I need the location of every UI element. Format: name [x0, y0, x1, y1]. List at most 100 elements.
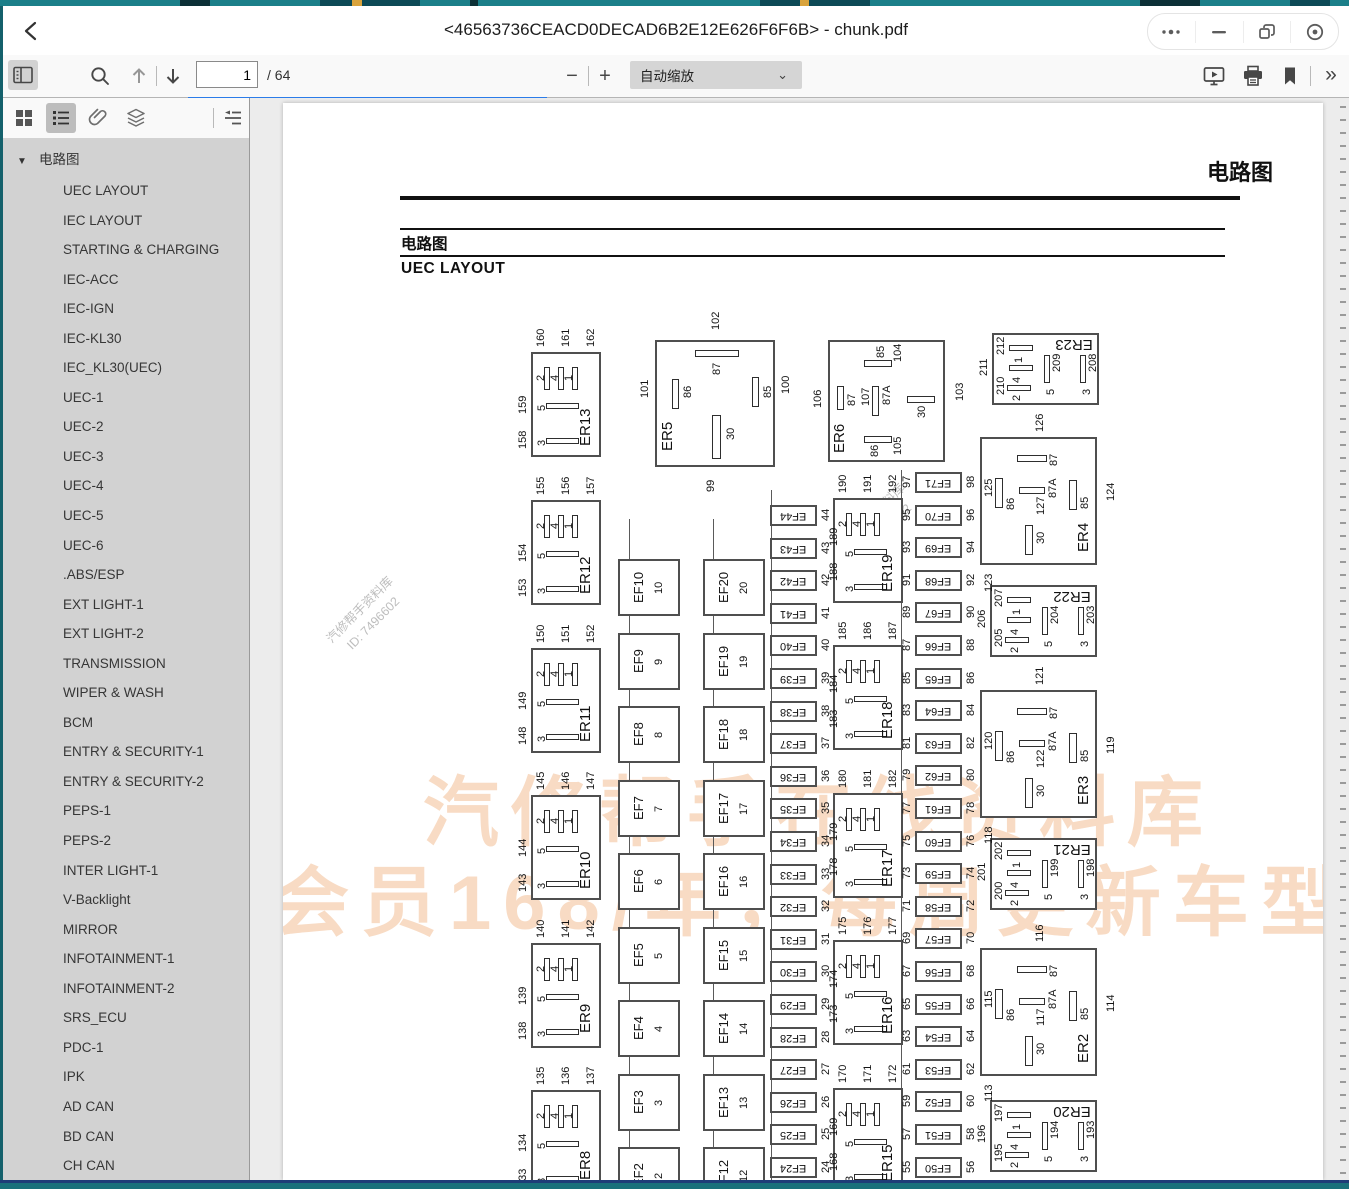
relay-name-label: ER22: [1049, 588, 1095, 605]
relay-ER13: 24153159158ER13160161162: [531, 352, 601, 457]
diagram-label: 70: [965, 925, 977, 951]
search-button[interactable]: [87, 63, 113, 89]
diagram-label: 85: [762, 382, 774, 402]
outline-item[interactable]: IEC LAYOUT: [3, 206, 249, 236]
find-next-button[interactable]: [161, 63, 185, 89]
outline-item[interactable]: IEC-ACC: [3, 265, 249, 295]
attachments-view-button[interactable]: [83, 103, 113, 133]
minimize-button[interactable]: [1195, 21, 1243, 43]
outline-item[interactable]: UEC-6: [3, 531, 249, 561]
outline-item[interactable]: UEC-1: [3, 383, 249, 413]
outline-item[interactable]: UEC-2: [3, 412, 249, 442]
diagram-label: 7: [653, 782, 665, 835]
fuse-label: EF53: [925, 1064, 951, 1076]
layers-view-button[interactable]: [121, 103, 151, 133]
outline-item[interactable]: PEPS-1: [3, 796, 249, 826]
bookmark-button[interactable]: [1278, 63, 1302, 89]
outline-item[interactable]: IPK: [3, 1062, 249, 1092]
outline-item[interactable]: V-Backlight: [3, 885, 249, 915]
diagram-label: 16: [738, 855, 750, 908]
outline-item[interactable]: EXT LIGHT-2: [3, 619, 249, 649]
outline-item[interactable]: BD CAN: [3, 1122, 249, 1152]
outline-item[interactable]: INTER LIGHT-1: [3, 856, 249, 886]
diagram-label: 199: [1049, 858, 1061, 878]
outline-item[interactable]: UEC-3: [3, 442, 249, 472]
fuse-label: EF33: [780, 869, 806, 881]
fuse-EF31: EF31: [770, 929, 817, 950]
diagram-label: 3: [536, 435, 548, 451]
more-button[interactable]: [1148, 21, 1195, 43]
diagram-label: ER19: [880, 546, 897, 601]
outline-item[interactable]: STARTING & CHARGING: [3, 235, 249, 265]
scrollbar-tick: [1340, 275, 1346, 277]
outline-item[interactable]: IEC-IGN: [3, 294, 249, 324]
current-outline-item-button[interactable]: [218, 103, 248, 133]
outline-view-button[interactable]: [46, 103, 76, 133]
scrollbar-tick: [1340, 1003, 1346, 1005]
diagram-label: 13: [738, 1076, 750, 1129]
thumbnails-view-button[interactable]: [9, 103, 39, 133]
outline-item[interactable]: PDC-1: [3, 1033, 249, 1063]
diagram-label: 106: [812, 388, 824, 410]
outline-item[interactable]: TRANSMISSION: [3, 649, 249, 679]
diagram-label: 3: [1079, 1152, 1091, 1166]
diagram-label: 3: [536, 731, 548, 747]
outline-item[interactable]: BCM: [3, 708, 249, 738]
outline-item[interactable]: CH CAN: [3, 1151, 249, 1180]
outline-item[interactable]: UEC LAYOUT: [3, 176, 249, 206]
sidebar-toggle-button[interactable]: [8, 60, 38, 90]
outline-root-item[interactable]: ▼电路图: [3, 138, 249, 176]
zoom-in-button[interactable]: +: [592, 63, 618, 89]
outline-item[interactable]: PEPS-2: [3, 826, 249, 856]
relay-pin-slot: [1017, 455, 1047, 462]
zoom-out-button[interactable]: −: [559, 63, 585, 89]
diagram-label: 181: [862, 765, 874, 792]
fuse-EF32: EF32: [770, 896, 817, 917]
diagram-label: 2: [1009, 896, 1021, 910]
scrollbar-tick: [1340, 509, 1346, 511]
outline-item[interactable]: INFOTAINMENT-1: [3, 944, 249, 974]
outline-item[interactable]: IEC-KL30: [3, 324, 249, 354]
diagram-label: 209: [1051, 353, 1063, 373]
outline-item[interactable]: ENTRY & SECURITY-1: [3, 737, 249, 767]
zoom-select[interactable]: 自动缩放 ⌄: [630, 61, 802, 89]
more-tools-button[interactable]: »: [1317, 61, 1345, 89]
presentation-mode-button[interactable]: [1201, 63, 1227, 89]
outline-item[interactable]: ENTRY & SECURITY-2: [3, 767, 249, 797]
viewer-area[interactable]: 汽修帮手在线资料库 会员168/年，每周更新车型 汽修帮手资料库ID: 7496…: [250, 98, 1349, 1180]
print-button[interactable]: [1240, 63, 1266, 89]
scrollbar-tick: [1340, 834, 1346, 836]
diagram-label: ER13: [578, 400, 595, 455]
outline-item[interactable]: MIRROR: [3, 915, 249, 945]
relay-pin-slot: [1069, 480, 1077, 510]
outline-item[interactable]: INFOTAINMENT-2: [3, 974, 249, 1004]
app-window: <46563736CEACD0DECAD6B2E12E626F6F6B> - c…: [0, 0, 1349, 1189]
outline-item[interactable]: UEC-4: [3, 471, 249, 501]
fuse-EF54: EF54: [915, 1026, 962, 1047]
page-number-input[interactable]: [196, 61, 258, 88]
fuse-label: EF64: [925, 705, 951, 717]
outline-item[interactable]: EXT LIGHT-1: [3, 590, 249, 620]
diagram-label: 87: [901, 632, 913, 658]
scrollbar-tick: [1340, 808, 1346, 810]
diagram-label: 17: [738, 782, 750, 835]
outline-item[interactable]: AD CAN: [3, 1092, 249, 1122]
outline-item[interactable]: .ABS/ESP: [3, 560, 249, 590]
outline-item[interactable]: WIPER & WASH: [3, 678, 249, 708]
diagram-label: 30: [725, 424, 737, 444]
diagram-label: 155: [535, 472, 547, 499]
diagram-label: 14: [738, 1002, 750, 1055]
current-outline-icon: [224, 110, 242, 126]
outline-item[interactable]: UEC-5: [3, 501, 249, 531]
scrollbar[interactable]: [1339, 98, 1347, 1180]
diagram-label: ER9: [578, 991, 595, 1046]
diagram-label: 107: [860, 387, 872, 407]
scrollbar-tick: [1340, 769, 1346, 771]
diagram-label: EF16: [717, 855, 731, 908]
record-button[interactable]: [1290, 21, 1338, 43]
find-previous-button[interactable]: [127, 63, 151, 89]
restore-button[interactable]: [1243, 21, 1291, 43]
diagram-label: 114: [1105, 990, 1117, 1016]
outline-item[interactable]: IEC_KL30(UEC): [3, 353, 249, 383]
outline-item[interactable]: SRS_ECU: [3, 1003, 249, 1033]
